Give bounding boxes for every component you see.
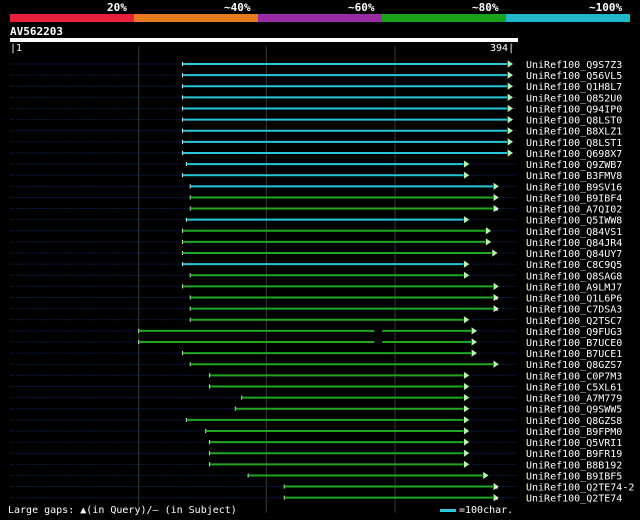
- hit-label: UniRef100_Q9ZWB7: [526, 160, 622, 171]
- hit-label: UniRef100_Q8LST0: [526, 116, 622, 127]
- hit-block: [374, 327, 383, 334]
- hit-arrow: [507, 70, 514, 80]
- hit-label: UniRef100_Q1L6P6: [526, 294, 622, 305]
- hit-block: [374, 339, 383, 345]
- hit-arrow: [485, 237, 492, 247]
- hit-arrow: [463, 437, 471, 447]
- hit-label: UniRef100_Q84VS1: [526, 227, 622, 238]
- hit-label: UniRef100_Q8LST1: [526, 138, 622, 149]
- gap-legend-query: (in Query)/: [86, 505, 153, 516]
- hit-label: UniRef100_C8C9Q5: [526, 260, 622, 271]
- hit-label: UniRef100_C0P7M3: [526, 371, 622, 382]
- hit-arrow: [485, 226, 492, 236]
- hit-arrow: [463, 459, 471, 469]
- gap-legend-prefix: Large gaps:: [8, 505, 81, 516]
- scale-swatch-icon: [440, 508, 456, 512]
- hit-arrow: [463, 393, 471, 403]
- hit-arrow: [463, 404, 471, 414]
- hit-arrow: [507, 137, 514, 147]
- hit-label: UniRef100_Q9SWW5: [526, 405, 622, 416]
- hit-label: UniRef100_Q94IP0: [526, 104, 622, 115]
- hit-arrow: [463, 170, 471, 180]
- hit-arrow: [463, 270, 471, 280]
- hit-arrow: [507, 59, 514, 69]
- gap-legend: Large gaps: ▲(in Query)/– (in Subject): [8, 505, 237, 516]
- hit-arrow: [493, 192, 500, 202]
- hit-label: UniRef100_A9LMJ7: [526, 282, 622, 293]
- hit-label: UniRef100_Q2TE74-2: [526, 483, 634, 494]
- hit-arrow: [507, 81, 514, 91]
- scale-legend: =100char.: [440, 505, 513, 516]
- hit-label: UniRef100_B9FR19: [526, 449, 622, 460]
- hit-arrow: [493, 181, 500, 191]
- hit-label: UniRef100_C5XL61: [526, 382, 622, 393]
- hit-label: UniRef100_Q2TE74: [526, 494, 622, 505]
- hit-label: UniRef100_A7M779: [526, 394, 622, 405]
- hit-arrow: [482, 470, 490, 480]
- hit-arrow: [493, 281, 500, 291]
- hit-arrow: [463, 382, 471, 391]
- hit-arrow: [507, 115, 514, 125]
- hits-panel: UniRef100_Q9S7Z3UniRef100_Q56VL5UniRef10…: [10, 46, 634, 513]
- hit-label: UniRef100_Q5VRI1: [526, 438, 622, 449]
- hit-arrow: [507, 148, 514, 158]
- gap-legend-subject: (in Subject): [158, 505, 237, 516]
- hit-arrow: [507, 92, 514, 102]
- hit-arrow: [463, 448, 471, 458]
- hit-arrow: [463, 315, 471, 325]
- hit-arrow: [507, 104, 514, 113]
- hit-label: UniRef100_Q84JR4: [526, 238, 622, 249]
- hit-label: UniRef100_B7UCE0: [526, 338, 622, 349]
- hit-label: UniRef100_Q1H8L7: [526, 82, 622, 93]
- hit-label: UniRef100_B8XLZ1: [526, 127, 622, 138]
- hit-arrow: [491, 248, 499, 258]
- hit-arrow: [463, 370, 471, 380]
- hit-arrow: [471, 326, 478, 336]
- hit-arrow: [471, 348, 478, 358]
- hit-label: UniRef100_Q8SAG8: [526, 271, 622, 282]
- hit-label: UniRef100_B9FPM0: [526, 427, 622, 438]
- hit-label: UniRef100_Q698X7: [526, 149, 622, 160]
- hit-arrow: [463, 159, 471, 169]
- hit-label: UniRef100_Q56VL5: [526, 71, 622, 82]
- hit-label: UniRef100_A7QI02: [526, 205, 622, 216]
- hit-label: UniRef100_Q8GZS8: [526, 416, 622, 427]
- hit-label: UniRef100_B9IBF4: [526, 193, 622, 204]
- hit-arrow: [471, 337, 478, 347]
- hit-label: UniRef100_B9IBF5: [526, 471, 622, 482]
- hit-label: UniRef100_C7DSA3: [526, 305, 622, 316]
- hit-arrow: [493, 359, 500, 369]
- hit-arrow: [463, 215, 471, 225]
- hit-label: UniRef100_B8B192: [526, 460, 622, 471]
- hit-label: UniRef100_B9SV16: [526, 182, 622, 193]
- hit-arrow: [463, 415, 471, 425]
- scale-text: =100char.: [459, 505, 514, 516]
- hit-label: UniRef100_Q5IWW8: [526, 216, 622, 227]
- hit-arrow: [463, 259, 471, 269]
- hit-label: UniRef100_Q2TSC7: [526, 316, 622, 327]
- hit-label: UniRef100_Q9S7Z3: [526, 60, 622, 71]
- hit-label: UniRef100_Q84UY7: [526, 249, 622, 260]
- hit-label: UniRef100_Q852U0: [526, 93, 622, 104]
- hit-label: UniRef100_B3FMV8: [526, 171, 622, 182]
- hit-label: UniRef100_Q8GZS7: [526, 360, 622, 371]
- hit-label: UniRef100_Q9FUG3: [526, 327, 622, 338]
- hit-arrow: [463, 426, 471, 436]
- hit-arrow: [507, 126, 514, 136]
- hit-label: UniRef100_B7UCE1: [526, 349, 622, 360]
